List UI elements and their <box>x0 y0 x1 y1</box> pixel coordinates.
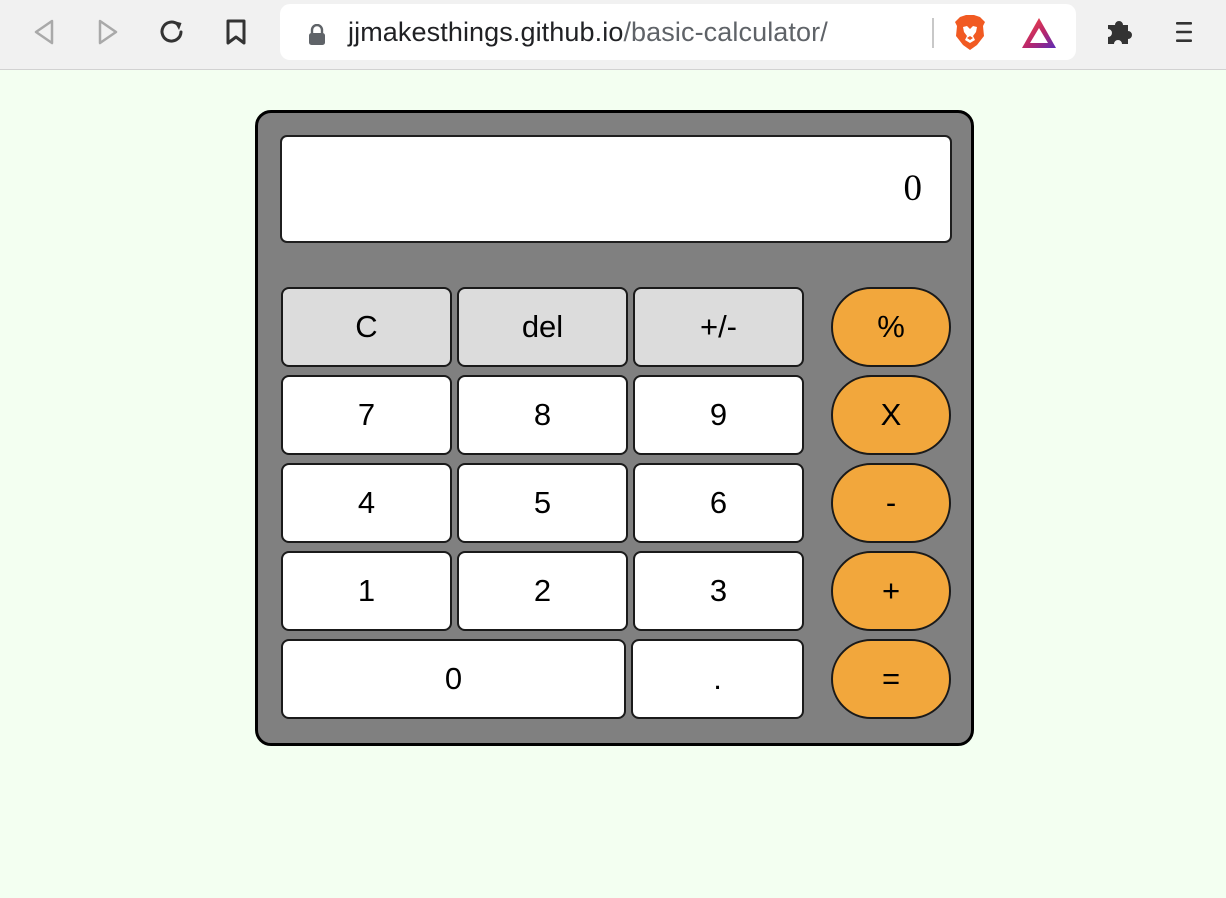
digit-4-button[interactable]: 4 <box>281 463 452 543</box>
delete-button[interactable]: del <box>457 287 628 367</box>
reload-icon <box>160 20 183 43</box>
add-button[interactable]: + <box>831 551 951 631</box>
url-path: /basic-calculator/ <box>623 17 828 47</box>
back-button[interactable] <box>22 10 66 54</box>
extensions-button[interactable] <box>1098 10 1142 54</box>
browser-toolbar: jjmakesthings.github.io/basic-calculator… <box>0 0 1226 70</box>
equals-button[interactable]: = <box>831 639 951 719</box>
multiply-button[interactable]: X <box>831 375 951 455</box>
lock-icon <box>309 24 325 45</box>
address-bar-divider <box>932 18 934 48</box>
menu-button[interactable] <box>1162 10 1206 54</box>
puzzle-icon <box>1108 21 1132 44</box>
hamburger-menu-icon <box>1176 22 1192 42</box>
digit-1-button[interactable]: 1 <box>281 551 452 631</box>
digit-9-button[interactable]: 9 <box>633 375 804 455</box>
subtract-button[interactable]: - <box>831 463 951 543</box>
decimal-point-button[interactable]: . <box>631 639 804 719</box>
digit-3-button[interactable]: 3 <box>633 551 804 631</box>
percent-button[interactable]: % <box>831 287 951 367</box>
url-text: jjmakesthings.github.io/basic-calculator… <box>348 4 828 60</box>
digit-8-button[interactable]: 8 <box>457 375 628 455</box>
brave-rewards-icon[interactable] <box>1020 16 1058 50</box>
calculator-display: 0 <box>280 135 952 243</box>
reload-button[interactable] <box>150 10 194 54</box>
clear-button[interactable]: C <box>281 287 452 367</box>
bookmark-icon <box>226 19 246 45</box>
address-bar[interactable]: jjmakesthings.github.io/basic-calculator… <box>280 4 1076 60</box>
calculator: 0 C del +/- 7 8 9 4 5 6 1 2 3 0 . % X - … <box>255 110 974 746</box>
forward-arrow-icon <box>98 19 118 45</box>
digit-7-button[interactable]: 7 <box>281 375 452 455</box>
url-host: jjmakesthings.github.io <box>348 17 624 47</box>
digit-2-button[interactable]: 2 <box>457 551 628 631</box>
forward-button[interactable] <box>86 10 130 54</box>
bookmark-button[interactable] <box>214 10 258 54</box>
back-arrow-icon <box>34 19 54 45</box>
sign-toggle-button[interactable]: +/- <box>633 287 804 367</box>
digit-5-button[interactable]: 5 <box>457 463 628 543</box>
digit-6-button[interactable]: 6 <box>633 463 804 543</box>
brave-shields-icon[interactable] <box>953 14 987 52</box>
digit-0-button[interactable]: 0 <box>281 639 626 719</box>
